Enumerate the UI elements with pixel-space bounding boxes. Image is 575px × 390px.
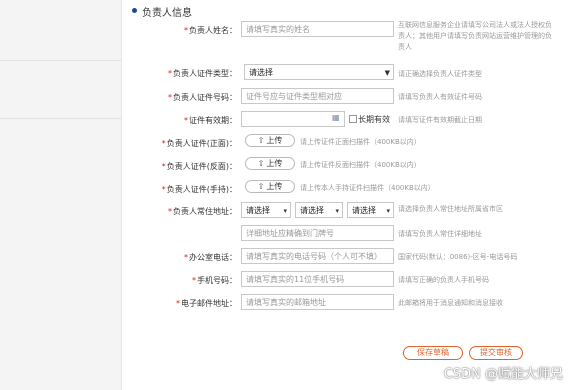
left-sidebar [0,0,122,390]
name-hint: 互联网信息服务企业请填写公司法人或法人授权负责人；其他用户请填写负责网站运营维护… [398,21,552,51]
province-select[interactable]: 请选择 ▾ [241,202,291,218]
upload-icon: ⇧ [257,136,265,145]
chevron-down-icon: ▾ [386,207,390,215]
city-select[interactable]: 请选择 ▾ [295,202,343,218]
email-label: *电子邮件地址： [176,299,237,308]
id-type-select[interactable]: 请选择 ▼ [244,64,394,80]
section-title: 负责人信息 [142,8,192,19]
address-detail-input[interactable]: 详细地址应精确到门牌号 [241,225,394,241]
id-front-hint: 请上传证件正面扫描件（400KB以内） [300,138,421,146]
id-back-hint: 请上传证件反面扫描件（400KB以内） [300,161,421,169]
validity-date-input[interactable] [241,111,345,127]
calendar-icon[interactable]: ▦ [332,113,340,122]
email-input[interactable]: 请填写真实的邮箱地址 [241,294,394,310]
id-type-hint: 请正确选择负责人证件类型 [398,70,482,78]
validity-label: *证件有效期： [184,116,237,125]
sidebar-divider [0,118,122,119]
name-label: *负责人姓名： [184,26,237,35]
id-front-upload-button[interactable]: ⇧ 上传 [245,134,295,147]
submit-review-button[interactable]: 提交审核 [469,346,523,360]
watermark-text: CSDN @赋能大师兄 [443,367,563,382]
id-number-label: *负责人证件号码： [168,93,237,102]
office-phone-input[interactable]: 请填写真实的电话号码（个人可不填） [241,248,394,264]
sidebar-divider [0,60,122,61]
id-hold-upload-button[interactable]: ⇧ 上传 [245,180,295,193]
chevron-down-icon: ▼ [384,69,390,77]
id-type-label: *负责人证件类型： [168,69,237,78]
upload-icon: ⇧ [257,182,265,191]
mobile-input[interactable]: 请填写真实的11位手机号码 [241,271,394,287]
upload-icon: ⇧ [257,159,265,168]
id-hold-hint: 请上传本人手持证件扫描件（400KB以内） [300,184,435,192]
name-input[interactable]: 请填写真实的姓名 [241,21,394,37]
address-label: *负责人常住地址： [168,207,237,216]
id-back-label: *负责人证件(反面)： [161,162,237,171]
mobile-label: *手机号码： [192,276,237,285]
email-hint: 此邮箱将用于消息通知和消息接收 [398,299,503,307]
long-term-label: 长期有效 [358,115,390,124]
address-hint: 请选择负责人常住地址所属省市区 [398,205,503,213]
office-phone-hint: 国家代码(默认：0086)-区号-电话号码 [398,253,518,261]
id-hold-label: *负责人证件(手持)： [161,185,237,194]
validity-hint: 请填写证件有效期截止日期 [398,116,482,124]
section-bullet [132,8,137,13]
district-select[interactable]: 请选择 ▾ [347,202,394,218]
mobile-hint: 请填写正确的负责人手机号码 [398,276,489,284]
save-draft-button[interactable]: 保存草稿 [403,346,463,360]
chevron-down-icon: ▾ [283,207,287,215]
office-phone-label: *办公室电话： [184,253,237,262]
chevron-down-icon: ▾ [335,207,339,215]
address-detail-hint: 请填写负责人常住详细地址 [398,230,482,238]
id-back-upload-button[interactable]: ⇧ 上传 [245,157,295,170]
id-number-hint: 请填写负责人有效证件号码 [398,93,482,101]
long-term-checkbox[interactable] [349,115,357,123]
id-front-label: *负责人证件(正面)： [161,139,237,148]
id-number-input[interactable]: 证件号应与证件类型相对应 [241,88,394,104]
